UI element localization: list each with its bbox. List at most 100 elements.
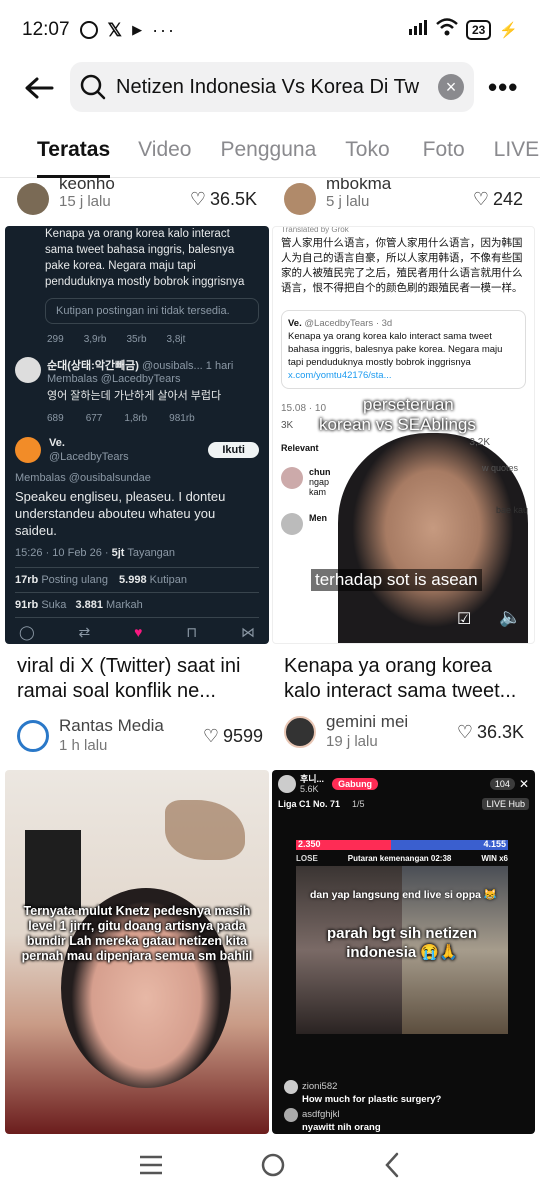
close-icon: ×	[445, 76, 457, 97]
more-notifications-icon: ···	[152, 19, 177, 40]
avatar	[284, 1080, 298, 1094]
view-count: 3,8jt	[166, 334, 186, 345]
like-total: 91rb	[15, 599, 39, 611]
main-handle: @LacedbyTears	[49, 451, 129, 463]
heart-icon: ♡	[189, 188, 206, 209]
search-input[interactable]: Netizen Indonesia Vs Korea Di Tw ×	[70, 62, 474, 112]
overlay-text-2: parah bgt sih netizen indonesia 😭🙏	[326, 925, 477, 961]
back-arrow-icon	[25, 77, 54, 99]
result-card[interactable]: Kenapa ya orang korea kalo interact sama…	[5, 226, 269, 764]
share-icon: ⋈	[240, 624, 255, 640]
search-icon	[80, 74, 106, 100]
comment-text: nyawitt nih orang	[302, 1122, 381, 1133]
reply-to: Membalas @LacedbyTears	[47, 373, 181, 385]
reply-right: bae kau	[495, 505, 528, 515]
tab-foto[interactable]: Foto	[423, 130, 465, 178]
volume-icon[interactable]: 🔈	[499, 607, 521, 628]
quoted-tweet: Ve. @LacedbyTears · 3d Kenapa ya orang k…	[281, 310, 526, 389]
avatar	[15, 357, 41, 383]
viewer-count: 104	[489, 778, 515, 790]
system-nav-bar	[0, 1134, 540, 1200]
clear-search-button[interactable]: ×	[438, 74, 464, 100]
status-bar: 12:07 𝕏 ▶ ··· 23 ⚡	[0, 0, 540, 60]
caption-toggle-icon[interactable]: ☑	[457, 609, 471, 629]
tweet-text: Kenapa ya orang korea kalo interact sama…	[45, 228, 245, 288]
heart-icon: ♡	[472, 188, 489, 209]
search-row: Netizen Indonesia Vs Korea Di Tw × •••	[0, 62, 540, 114]
overlay-caption: terhadap sot is asean	[311, 569, 482, 591]
reply-icon: ◯	[19, 624, 35, 640]
post-meta: gemini mei 19 j lalu ♡ 36.3K	[284, 712, 524, 752]
reply-handle: @ousibals...	[142, 360, 203, 372]
tab-teratas[interactable]: Teratas	[37, 130, 111, 178]
post-thumbnail: 후니... 5.6K Gabung 104 ✕ Liga C1 No. 71 1/…	[272, 770, 535, 1134]
post-thumbnail: Translated by Grok 管人家用什么语言，你管人家用什么语言，因为…	[272, 226, 535, 644]
avatar	[284, 716, 316, 748]
avatar	[284, 183, 316, 215]
author-name: keonho	[59, 178, 115, 193]
avatar	[15, 437, 41, 463]
result-card[interactable]: Translated by Grok 管人家用什么语言，你管人家用什么语言，因为…	[272, 226, 535, 764]
tweet-stats: 689 677 1,8rb 981rb	[47, 413, 195, 424]
wifi-icon	[436, 18, 458, 42]
stat-right: 3,2K	[469, 437, 490, 448]
quote-text: Kenapa ya orang korea kalo interact sama…	[288, 331, 503, 368]
overlay-text: Ternyata mulut Knetz pedesnya masih leve…	[21, 904, 253, 963]
back-button[interactable]	[20, 69, 58, 107]
avatar	[17, 720, 49, 752]
translated-label: Translated by Grok	[281, 226, 349, 234]
tab-bar: Teratas Video Pengguna Toko Foto LIVE	[0, 130, 540, 178]
join-button[interactable]: Gabung	[332, 778, 379, 790]
tweet-stats: 299 3,9rb 35rb 3,8jt	[47, 334, 259, 345]
tab-pengguna[interactable]: Pengguna	[221, 130, 317, 178]
menu-icon[interactable]	[138, 1154, 164, 1181]
battle-bar: 2.350 4.155	[296, 839, 508, 850]
reply-to: Membalas @ousibalsundae	[15, 472, 151, 484]
author-name: gemini mei	[326, 712, 409, 731]
quote-total: 5.998	[119, 574, 147, 586]
x-icon: 𝕏	[107, 19, 123, 40]
quote-user: Ve.	[288, 318, 302, 329]
whatsapp-icon	[79, 21, 98, 39]
result-card[interactable]: 후니... 5.6K Gabung 104 ✕ Liga C1 No. 71 1/…	[272, 770, 535, 1134]
reply-user: 순대(상태:악간빼금)	[47, 360, 139, 372]
overlay-text-1: dan yap langsung end live si oppa 😹	[310, 889, 497, 901]
post-time: 15 j lalu	[59, 193, 111, 210]
comment-text: How much for plastic surgery?	[302, 1094, 442, 1105]
heart-icon: ♥	[134, 624, 143, 640]
reply-time: 1 hari	[205, 360, 234, 372]
tab-live[interactable]: LIVE	[494, 130, 540, 178]
quote-link[interactable]: x.com/yomtu42176/sta...	[288, 370, 392, 381]
more-options-button[interactable]: •••	[488, 72, 518, 103]
bag	[25, 830, 81, 910]
like-count: ♡ 36.5K	[189, 188, 257, 209]
more-quotes-link[interactable]: w quotes	[482, 463, 518, 473]
home-icon[interactable]	[260, 1152, 286, 1183]
heart-icon: ♡	[202, 725, 219, 746]
like-count: ♡ 36.3K	[456, 721, 524, 742]
result-card[interactable]: Ternyata mulut Knetz pedesnya masih leve…	[5, 770, 269, 1134]
result-card-partial[interactable]: mbokma 5 j lalu ♡ 242	[272, 178, 535, 220]
quote-handle: @LacedbyTears · 3d	[304, 318, 393, 329]
post-thumbnail: Kenapa ya orang korea kalo interact sama…	[5, 226, 269, 644]
quote-unavailable: Kutipan postingan ini tidak tersedia.	[45, 298, 259, 324]
bookmark-total: 3.881	[75, 599, 103, 611]
overlay-title-2: korean vs SEAblings	[319, 415, 476, 434]
round-timer: Putaran kemenangan 02:38	[347, 854, 452, 863]
post-caption: Kenapa ya orang korea kalo interact sama…	[284, 655, 517, 702]
league-label: Liga C1 No. 71	[278, 799, 341, 809]
search-query: Netizen Indonesia Vs Korea Di Tw	[116, 75, 420, 98]
avatar	[284, 1108, 298, 1122]
tab-toko[interactable]: Toko	[345, 130, 389, 178]
post-time: 5 j lalu	[326, 193, 370, 210]
author-name: mbokma	[326, 178, 392, 193]
wall-decoration	[165, 800, 245, 860]
close-icon[interactable]: ✕	[519, 777, 529, 791]
follow-button[interactable]: Ikuti	[208, 442, 259, 458]
result-card-partial[interactable]: keonho 15 j lalu ♡ 36.5K	[5, 178, 269, 220]
like-count: ♡ 9599	[202, 725, 263, 746]
live-hub-button[interactable]: LIVE Hub	[482, 798, 529, 810]
back-nav-icon[interactable]	[382, 1152, 402, 1183]
avatar	[278, 775, 296, 793]
tab-video[interactable]: Video	[138, 130, 191, 178]
